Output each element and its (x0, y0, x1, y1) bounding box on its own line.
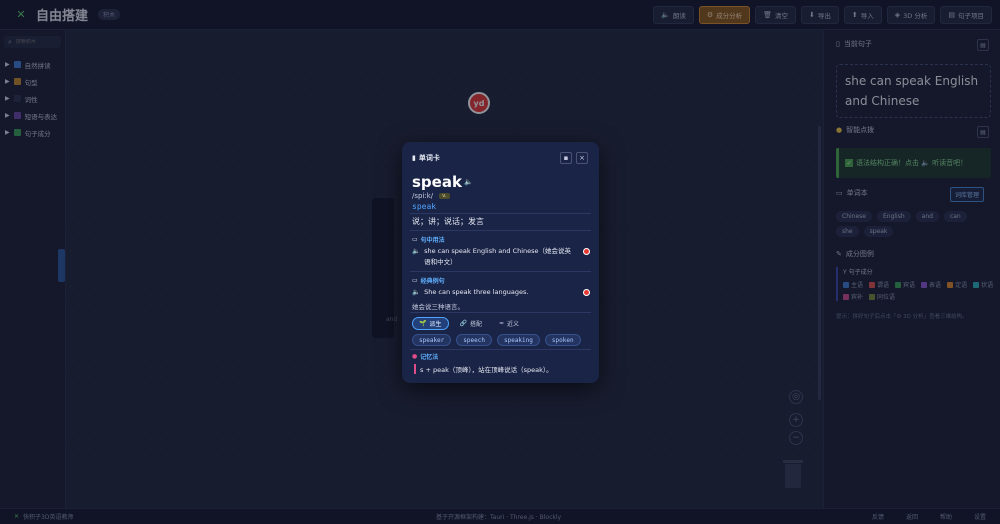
memory-section-title: ● 记忆法 (412, 353, 439, 361)
definition: 说；讲；说话；发言 (412, 217, 484, 226)
word-card-dialog: ▮ 单词卡 ▪ × speak 🔈 /spiːk/ v. speak 说；讲；说… (402, 142, 599, 383)
example-translation: 她会说三种语言。 (412, 303, 464, 311)
word-card-header: ▮ 单词卡 (412, 154, 440, 162)
divider (410, 271, 591, 272)
divider (410, 312, 591, 313)
example-speaker-icon[interactable]: 🔈 (412, 287, 420, 298)
example-section-title: ▭ 经典例句 (412, 277, 445, 285)
memory-tip: s + peak（顶峰），站在顶峰说话（speak）。 (414, 364, 553, 374)
derived-word-chip[interactable]: speaker (412, 334, 452, 346)
brain-icon: ● (412, 353, 418, 360)
divider (410, 213, 591, 214)
divider (410, 230, 591, 231)
synonym-icon: ≈ (499, 320, 505, 327)
word-relation-tabs: 🌱 派生 🔗 搭配 ≈ 近义 (412, 317, 525, 330)
headword: speak (412, 173, 462, 191)
record-icon[interactable] (583, 289, 590, 296)
divider (410, 349, 591, 350)
derived-word-chip[interactable]: spoken (544, 334, 581, 346)
tab-derive[interactable]: 🌱 派生 (412, 317, 449, 330)
collocation-icon: 🔗 (459, 320, 467, 327)
phonetic-row: /spiːk/ v. (412, 192, 450, 200)
tab-collocation[interactable]: 🔗 搭配 (454, 317, 489, 330)
part-of-speech-badge: v. (439, 193, 450, 199)
tab-label: 派生 (429, 321, 442, 328)
derived-word-chip[interactable]: speaking (496, 334, 540, 346)
save-word-icon[interactable]: ▪ (560, 152, 572, 164)
tab-synonym[interactable]: ≈ 近义 (493, 317, 525, 330)
derived-word-list: speaker speech speaking spoken (412, 334, 581, 346)
usage-icon: ▭ (412, 236, 418, 243)
usage-speaker-icon[interactable]: 🔈 (412, 246, 420, 268)
phonetic: /spiːk/ (412, 192, 434, 200)
usage-section-title: ▭ 句中用法 (412, 236, 445, 244)
close-icon[interactable]: × (576, 152, 588, 164)
pronounce-speaker-icon[interactable]: 🔈 (464, 178, 473, 186)
card-icon: ▮ (412, 154, 416, 162)
tab-label: 近义 (507, 321, 520, 328)
derived-word-chip[interactable]: speech (456, 334, 492, 346)
example-icon: ▭ (412, 277, 418, 284)
tab-label: 搭配 (469, 321, 482, 328)
record-icon[interactable] (583, 248, 590, 255)
classic-example: 🔈 She can speak three languages. (412, 287, 590, 298)
derive-icon: 🌱 (419, 320, 427, 327)
usage-example: 🔈 she can speak English and Chinese（她会说英… (412, 246, 590, 268)
headword-link[interactable]: speak (412, 202, 436, 211)
